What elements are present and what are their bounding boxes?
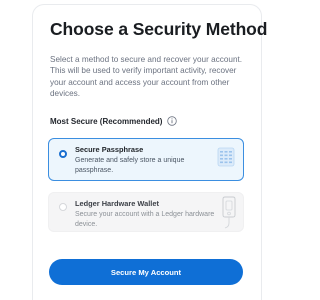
info-icon[interactable]	[167, 116, 178, 126]
option-ledger-hardware-wallet[interactable]: Ledger Hardware Wallet Secure your accou…	[48, 192, 244, 232]
page-description: Select a method to secure and recover yo…	[50, 55, 243, 99]
radio-selected-icon[interactable]	[59, 150, 67, 158]
page: Choose a Security Method Select a method…	[0, 0, 284, 300]
option-description: Generate and safely store a unique passp…	[75, 157, 185, 174]
ledger-device-icon	[219, 195, 239, 231]
section-header: Most Secure (Recommended)	[50, 116, 178, 126]
secure-my-account-button[interactable]: Secure My Account	[49, 259, 243, 285]
passphrase-grid-icon	[217, 147, 235, 172]
option-description: Secure your account with a Ledger hardwa…	[75, 211, 215, 228]
option-title: Secure Passphrase	[75, 145, 144, 154]
radio-unselected-icon[interactable]	[59, 203, 67, 211]
option-secure-passphrase[interactable]: Secure Passphrase Generate and safely st…	[48, 138, 244, 181]
page-title: Choose a Security Method	[50, 19, 268, 39]
option-title: Ledger Hardware Wallet	[75, 199, 159, 208]
section-label: Most Secure (Recommended)	[50, 116, 163, 126]
